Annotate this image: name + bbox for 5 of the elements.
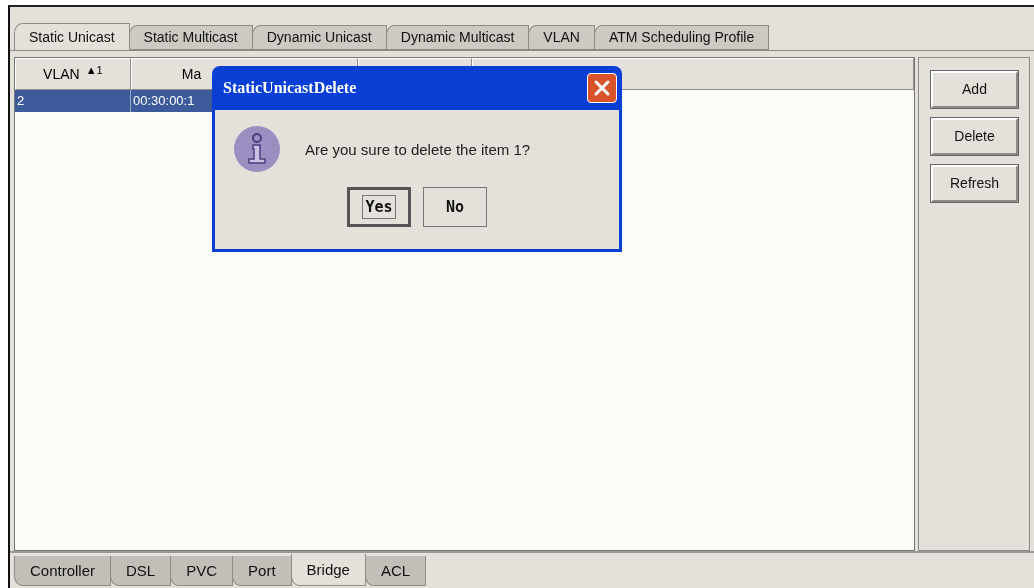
table-cell: 2 xyxy=(15,89,131,112)
sort-indicator: ▲1 xyxy=(85,63,103,76)
column-label: VLAN xyxy=(43,65,80,82)
column-label: Ma xyxy=(181,65,202,82)
dialog-message: Are you sure to delete the item 1? xyxy=(305,140,531,158)
